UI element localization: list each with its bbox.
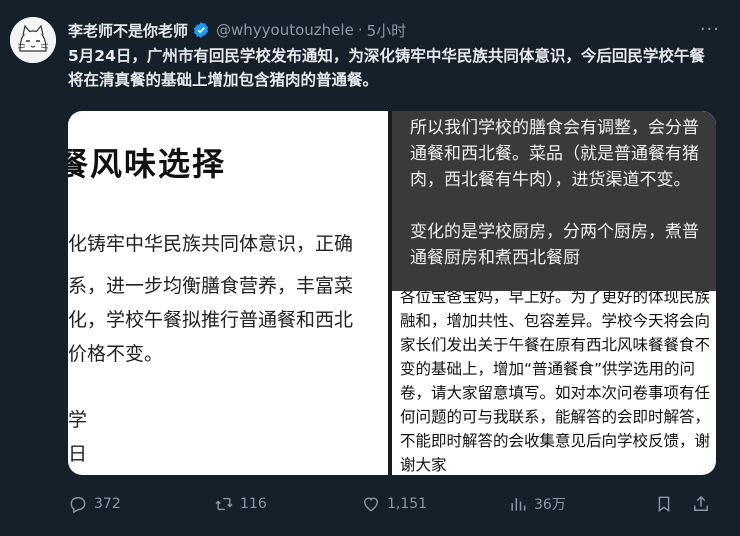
like-button[interactable]: 1,151 — [361, 494, 427, 514]
tweet-text: 5月24日，广州市有回民学校发布通知，为深化铸牢中华民族共同体意识，今后回民学校… — [68, 47, 705, 89]
overlay-paragraph-2: 变化的是学校厨房，分两个厨房，煮普通餐厨房和煮西北餐厨 — [410, 222, 699, 268]
reply-button[interactable]: 372 — [68, 494, 121, 514]
left-image-line: 系，进一步均衡膳食营养，丰富菜 — [68, 275, 354, 297]
header-separator: · — [357, 21, 363, 39]
tweet-media[interactable]: 餐风味选择 化铸牢中华民族共同体意识，正确 系，进一步均衡膳食营养，丰富菜 化，… — [68, 111, 716, 475]
media-image-right[interactable]: 各位宝爸宝妈，早上好。为了更好的体现民族融和，增加共性、包容差异。学校今天将会向… — [392, 111, 716, 475]
tweet-timestamp[interactable]: 5小时 — [367, 20, 407, 41]
overlay-paragraph-1: 所以我们学校的膳食会有调整，会分普通餐和西北餐。菜品（就是普通餐有猪肉，西北餐有… — [410, 118, 699, 190]
share-button[interactable] — [691, 494, 717, 514]
retweet-count: 116 — [240, 496, 267, 512]
media-image-left[interactable]: 餐风味选择 化铸牢中华民族共同体意识，正确 系，进一步均衡膳食营养，丰富菜 化，… — [68, 111, 388, 475]
views-icon — [511, 498, 526, 511]
right-image-chat-overlay: 所以我们学校的膳食会有调整，会分普通餐和西北餐。菜品（就是普通餐有猪肉，西北餐有… — [392, 111, 716, 291]
like-count: 1,151 — [387, 496, 428, 512]
left-image-line: 化，学校午餐拟推行普通餐和西北 — [68, 309, 354, 331]
like-icon — [364, 497, 378, 512]
left-image-line: 学 — [68, 409, 88, 431]
avatar[interactable] — [10, 17, 56, 63]
left-image-line: 价格不变。 — [68, 343, 164, 365]
retweet-icon — [215, 497, 233, 511]
reply-icon — [70, 497, 86, 514]
verified-badge-icon — [192, 21, 210, 39]
tweet-header: 李老师不是你老师 @whyyoutouzhele · 5小时 ··· — [68, 19, 720, 41]
left-image-line: 日 — [68, 443, 88, 465]
tweet-actions: 372 116 1,151 36万 — [68, 490, 718, 518]
left-image-line: 化铸牢中华民族共同体意识，正确 — [68, 233, 354, 255]
left-image-title: 餐风味选择 — [68, 145, 227, 183]
right-image-body-text: 各位宝爸宝妈，早上好。为了更好的体现民族融和，增加共性、包容差异。学校今天将会向… — [400, 288, 711, 474]
retweet-button[interactable]: 116 — [214, 494, 267, 514]
reply-count: 372 — [94, 496, 121, 512]
author-handle[interactable]: @whyyoutouzhele — [216, 21, 354, 39]
bookmark-button[interactable] — [654, 494, 680, 514]
avatar-cat-image — [10, 17, 56, 63]
overlay-text: 所以我们学校的膳食会有调整，会分普通餐和西北餐。菜品（就是普通餐有猪肉，西北餐有… — [410, 115, 710, 271]
more-icon[interactable]: ··· — [700, 19, 720, 40]
bookmark-icon — [658, 496, 670, 513]
views-count: 36万 — [534, 497, 566, 513]
views-button[interactable]: 36万 — [508, 494, 566, 514]
share-icon — [694, 495, 708, 511]
author-name[interactable]: 李老师不是你老师 — [68, 20, 188, 41]
